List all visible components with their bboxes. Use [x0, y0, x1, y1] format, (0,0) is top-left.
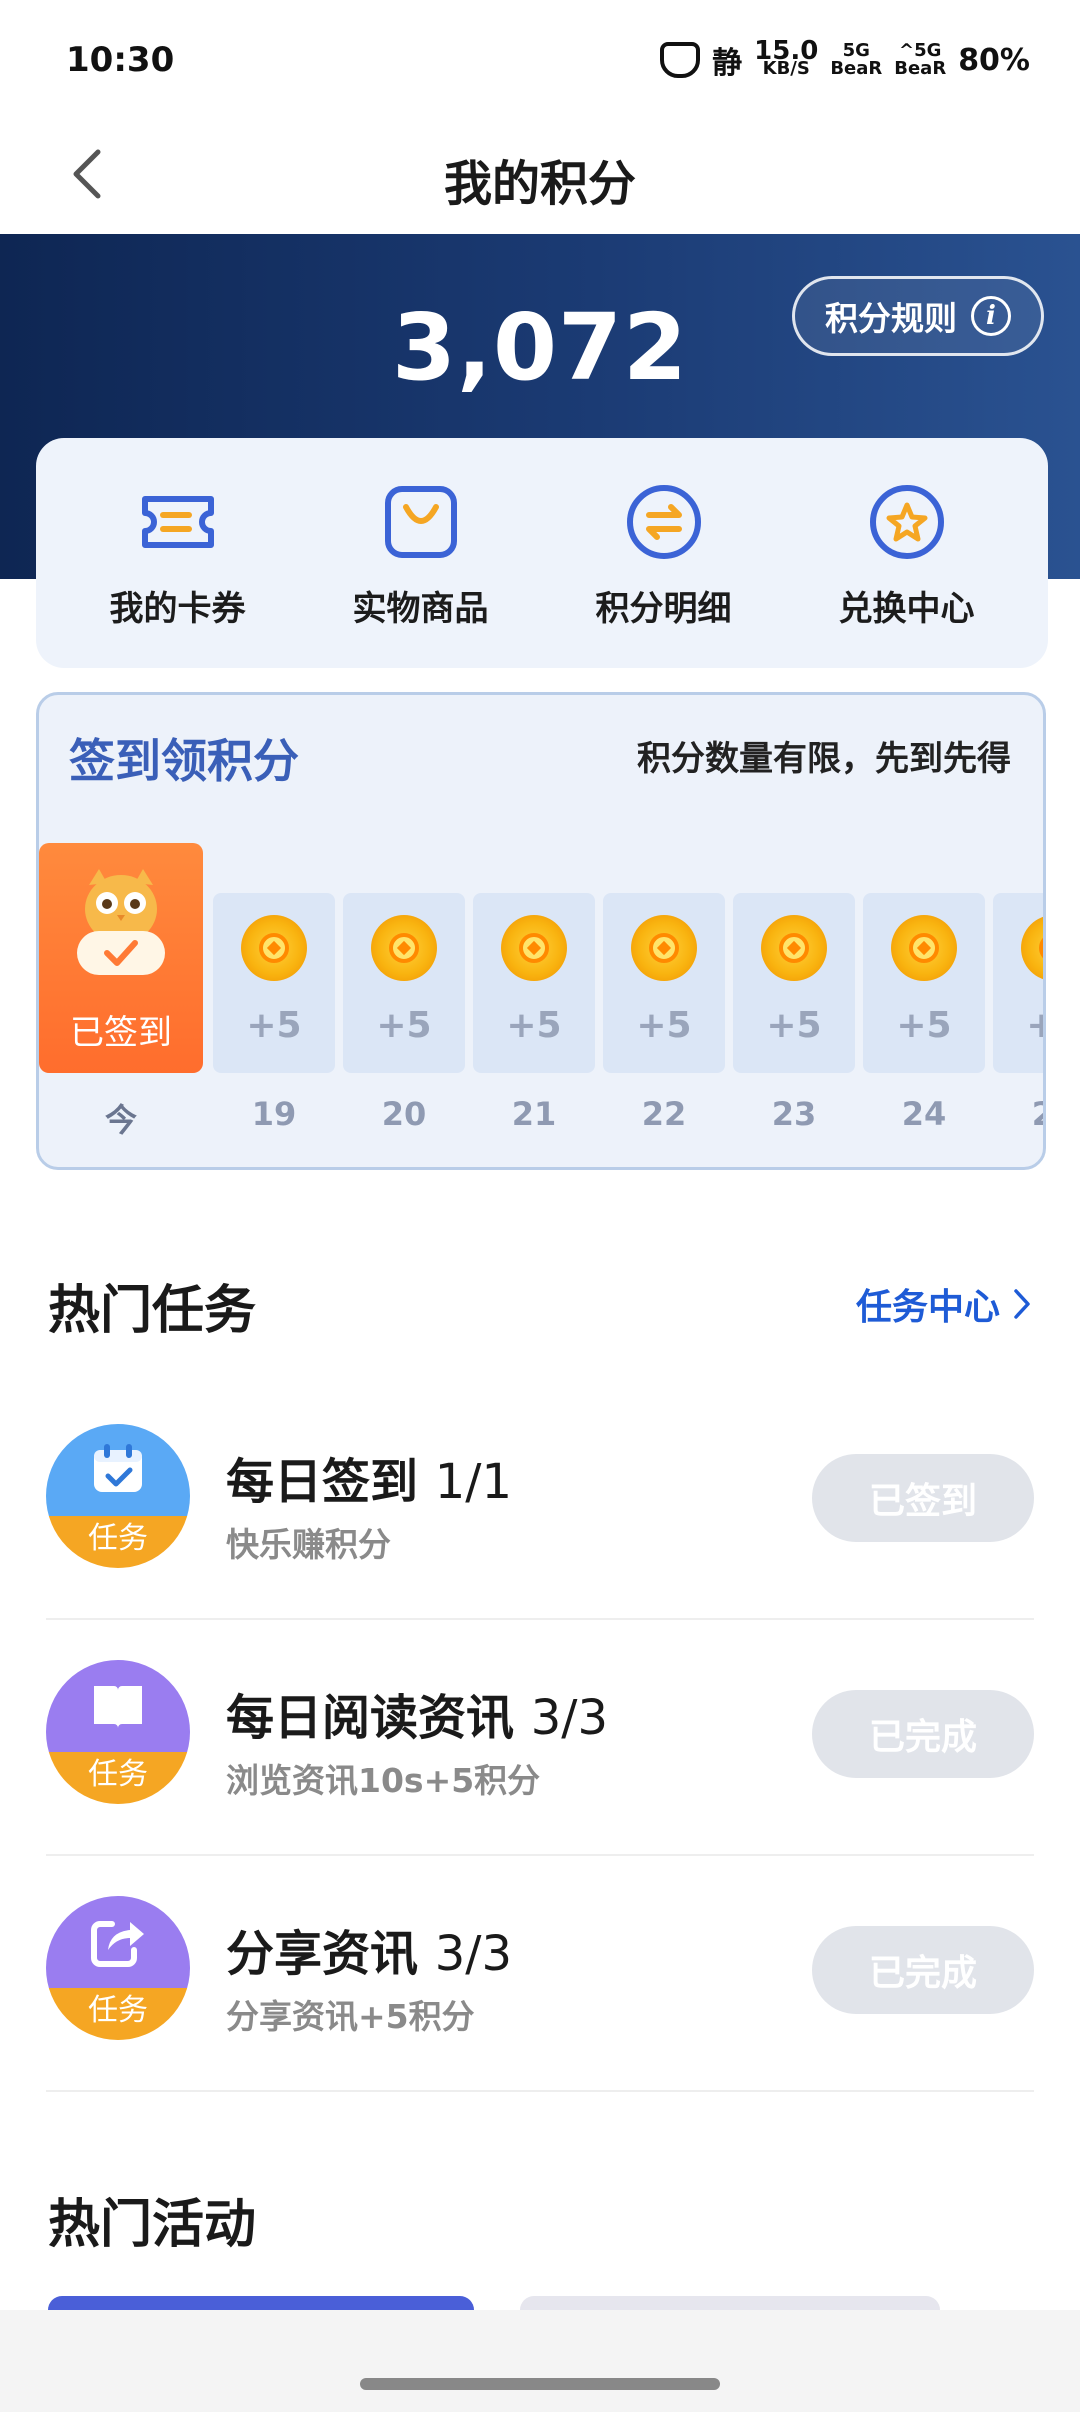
day-card[interactable]: +5 [213, 893, 335, 1073]
today-signin-status: 已签到 [70, 1013, 172, 1053]
coin-icon [501, 915, 567, 981]
task-icon: 任务 [46, 1424, 190, 1568]
day-card[interactable]: +5 [863, 893, 985, 1073]
day-number: 25 [993, 1095, 1043, 1133]
signin-note: 积分数量有限，先到先得 [637, 739, 1011, 779]
menu-physical-goods[interactable]: 实物商品 [311, 477, 531, 630]
coin-icon [371, 915, 437, 981]
home-indicator[interactable] [360, 2378, 720, 2390]
day-reward: +5 [246, 1005, 302, 1046]
day-card[interactable]: +5 [733, 893, 855, 1073]
star-icon [869, 484, 944, 559]
task-name: 分享资讯 3/3 [226, 1926, 512, 1982]
day-number: 23 [771, 1095, 817, 1133]
battery-level: 80% [958, 42, 1030, 78]
activity-card-1[interactable] [48, 2296, 474, 2310]
points-rules-label: 积分规则 [825, 299, 957, 338]
shopping-bag-icon [384, 485, 457, 558]
day-card[interactable]: +5 [343, 893, 465, 1073]
day-reward: +5 [766, 1005, 822, 1046]
day-reward: +5 [506, 1005, 562, 1046]
signin-title: 签到领积分 [69, 734, 299, 788]
day-reward: +5 [636, 1005, 692, 1046]
menu-points-details[interactable]: 积分明细 [554, 477, 774, 630]
task-status-button[interactable]: 已完成 [812, 1926, 1034, 2014]
points-rules-button[interactable]: 积分规则 i [792, 276, 1044, 356]
quick-menu: 我的卡券 实物商品 积分明细 兑换中心 [36, 438, 1048, 668]
day-card[interactable]: +5 [993, 893, 1043, 1073]
signin-card: 签到领积分 积分数量有限，先到先得 已签到 今 +5 19 +5 20 +5 2… [36, 692, 1046, 1170]
task-description: 浏览资讯10s+5积分 [226, 1761, 541, 1800]
owl-mascot-icon [77, 869, 165, 975]
task-icon: 任务 [46, 1896, 190, 2040]
task-center-link[interactable]: 任务中心 [856, 1278, 1034, 1330]
hot-activities-title: 热门活动 [48, 2195, 257, 2255]
task-row: 任务 每日签到 1/1 快乐赚积分 已签到 [46, 1384, 1034, 1620]
task-progress: 3/3 [434, 1926, 512, 1982]
status-indicators: 静 15.0 KB/S 5G BeaR ^5G BeaR 80% [660, 38, 1030, 82]
network-speed: 15.0 KB/S [754, 36, 819, 79]
day-reward: +5 [993, 1005, 1043, 1046]
task-badge: 任务 [46, 1988, 190, 2040]
task-icon: 任务 [46, 1660, 190, 1804]
signin-days-row[interactable]: 已签到 今 +5 19 +5 20 +5 21 +5 22 +5 23 +5 2… [39, 843, 1043, 1163]
activity-card-2[interactable] [520, 2296, 940, 2310]
menu-label: 实物商品 [352, 588, 489, 629]
task-row: 任务 每日阅读资讯 3/3 浏览资讯10s+5积分 已完成 [46, 1620, 1034, 1856]
task-name: 每日阅读资讯 3/3 [226, 1690, 608, 1746]
coin-icon [1021, 915, 1043, 981]
task-status-button[interactable]: 已签到 [812, 1454, 1034, 1542]
task-center-label: 任务中心 [855, 1287, 1000, 1328]
navigation-bar [0, 2310, 1080, 2412]
menu-label: 兑换中心 [838, 588, 975, 629]
signal-1: 5G BeaR [830, 40, 883, 79]
exchange-arrows-icon [626, 484, 701, 559]
page-header: 我的积分 [0, 120, 1080, 234]
status-time: 10:30 [66, 40, 175, 80]
task-badge: 任务 [46, 1752, 190, 1804]
day-card[interactable]: +5 [603, 893, 725, 1073]
page-title: 我的积分 [443, 156, 636, 212]
today-signin-card[interactable]: 已签到 [39, 843, 203, 1073]
today-label: 今 [104, 1101, 137, 1139]
status-bar: 10:30 静 15.0 KB/S 5G BeaR ^5G BeaR 80% [0, 0, 1080, 120]
chevron-right-icon [1014, 1289, 1030, 1319]
day-card[interactable]: +5 [473, 893, 595, 1073]
task-description: 分享资讯+5积分 [226, 1997, 475, 2036]
menu-label: 积分明细 [595, 588, 732, 629]
day-number: 21 [511, 1095, 557, 1133]
calendar-check-icon [94, 1444, 142, 1492]
task-badge: 任务 [46, 1516, 190, 1568]
menu-label: 我的卡券 [109, 588, 246, 629]
coin-icon [761, 915, 827, 981]
day-number: 22 [641, 1095, 687, 1133]
ticket-icon [141, 495, 214, 548]
task-name: 每日签到 1/1 [226, 1454, 512, 1510]
signal-2: ^5G BeaR [894, 40, 947, 79]
silent-mode-indicator: 静 [712, 46, 743, 81]
hot-tasks-title: 热门任务 [48, 1281, 257, 1341]
menu-my-coupons[interactable]: 我的卡券 [68, 477, 288, 630]
task-status-button[interactable]: 已完成 [812, 1690, 1034, 1778]
share-icon [91, 1921, 144, 1967]
task-progress: 3/3 [530, 1690, 608, 1746]
menu-exchange-center[interactable]: 兑换中心 [797, 477, 1017, 630]
shield-icon [660, 42, 701, 78]
coin-icon [631, 915, 697, 981]
day-reward: +5 [376, 1005, 432, 1046]
day-number: 20 [381, 1095, 427, 1133]
task-description: 快乐赚积分 [226, 1525, 391, 1564]
coin-icon [241, 915, 307, 981]
book-icon [94, 1686, 142, 1728]
coin-icon [891, 915, 957, 981]
day-number: 24 [901, 1095, 947, 1133]
day-number: 19 [251, 1095, 297, 1133]
info-icon: i [971, 296, 1011, 336]
task-row: 任务 分享资讯 3/3 分享资讯+5积分 已完成 [46, 1856, 1034, 2092]
day-reward: +5 [896, 1005, 952, 1046]
task-progress: 1/1 [434, 1454, 512, 1510]
